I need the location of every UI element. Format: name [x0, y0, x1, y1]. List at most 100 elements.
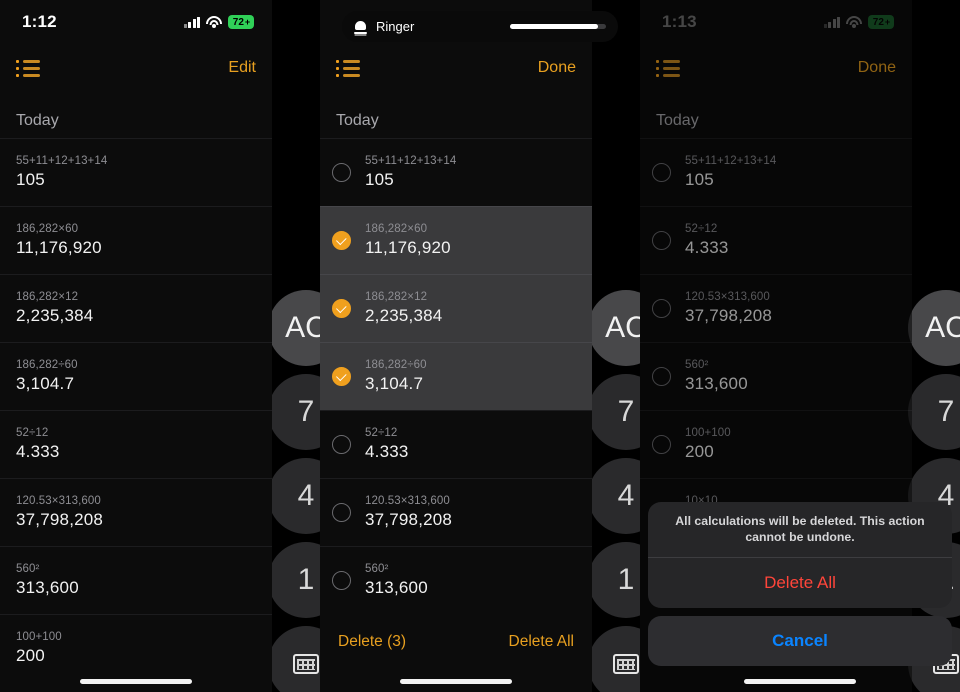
table-row[interactable]: 100+100 200: [640, 410, 912, 478]
table-row[interactable]: 120.53×313,600 37,798,208: [320, 478, 592, 546]
calculation-result: 200: [16, 646, 45, 665]
calculation-result: 37,798,208: [365, 510, 453, 529]
calc-key-7[interactable]: 7: [908, 374, 960, 450]
calc-key-ac[interactable]: AC: [588, 290, 640, 366]
status-indicators: 72 +: [823, 15, 894, 29]
list-bullet-icon[interactable]: [16, 59, 40, 77]
screenshot-stage: AC 7 4 1 1:12 72 + Edit Today 55+11+12+1…: [0, 0, 960, 692]
table-row[interactable]: 560² 313,600: [640, 342, 912, 410]
calculation-expression: 120.53×313,600: [685, 291, 770, 303]
row-text: 120.53×313,600 37,798,208: [365, 495, 452, 530]
row-checkbox[interactable]: [332, 503, 351, 522]
calc-key-keypad[interactable]: [588, 626, 640, 692]
row-text: 55+11+12+13+14 105: [16, 155, 107, 190]
edit-toolbar: Delete (3) Delete All: [320, 618, 592, 666]
calc-key-1[interactable]: 1: [588, 542, 640, 618]
history-sheet: Done Today 55+11+12+13+14 105 186,282×60 11…: [320, 0, 592, 692]
calc-key-ac[interactable]: AC: [908, 290, 960, 366]
table-row[interactable]: 55+11+12+13+14 105: [0, 138, 272, 206]
calculation-result: 37,798,208: [16, 510, 104, 529]
row-text: 52÷12 4.333: [365, 427, 409, 462]
row-text: 186,282×12 2,235,384: [16, 291, 93, 326]
row-checkbox[interactable]: [332, 435, 351, 454]
calculation-expression: 52÷12: [16, 427, 49, 439]
row-text: 55+11+12+13+14 105: [685, 155, 776, 190]
table-row[interactable]: 186,282÷60 3,104.7: [320, 342, 592, 410]
table-row[interactable]: 52÷12 4.333: [640, 206, 912, 274]
delete-selected-button[interactable]: Delete (3): [338, 633, 406, 651]
row-text: 560² 313,600: [365, 563, 428, 598]
calc-key-ac[interactable]: AC: [268, 290, 320, 366]
nav-bar: Done: [640, 44, 912, 92]
table-row[interactable]: 560² 313,600: [0, 546, 272, 614]
row-checkbox-checked[interactable]: [332, 367, 351, 386]
calculation-expression: 560²: [365, 563, 389, 575]
row-checkbox-checked[interactable]: [332, 231, 351, 250]
table-row[interactable]: 120.53×313,600 37,798,208: [640, 274, 912, 342]
table-row[interactable]: 52÷12 4.333: [320, 410, 592, 478]
row-checkbox[interactable]: [652, 435, 671, 454]
calculation-result: 4.333: [365, 442, 409, 461]
row-checkbox[interactable]: [332, 571, 351, 590]
calculation-expression: 55+11+12+13+14: [16, 155, 108, 167]
row-checkbox[interactable]: [332, 163, 351, 182]
panel-delete-all-confirm: AC 7 4 1 1:13 72 +: [640, 0, 960, 692]
home-indicator[interactable]: [80, 679, 192, 684]
calculation-result: 4.333: [685, 238, 729, 257]
row-checkbox[interactable]: [652, 163, 671, 182]
calculation-result: 11,176,920: [16, 238, 102, 257]
list-bullet-icon[interactable]: [336, 59, 360, 77]
calc-key-7[interactable]: 7: [588, 374, 640, 450]
calc-key-7[interactable]: 7: [268, 374, 320, 450]
table-row[interactable]: 52÷12 4.333: [0, 410, 272, 478]
status-bar: 1:13 72 +: [640, 0, 912, 44]
row-checkbox[interactable]: [652, 367, 671, 386]
calc-key-1[interactable]: 1: [268, 542, 320, 618]
action-sheet-message: All calculations will be deleted. This a…: [648, 502, 952, 558]
wifi-icon: [206, 16, 222, 28]
edit-button[interactable]: Edit: [228, 59, 256, 77]
list-bullet-icon[interactable]: [656, 59, 680, 77]
calc-key-keypad[interactable]: [268, 626, 320, 692]
cellular-signal-icon: [823, 16, 840, 28]
table-row[interactable]: 186,282÷60 3,104.7: [0, 342, 272, 410]
done-button[interactable]: Done: [858, 59, 896, 77]
table-row[interactable]: 120.53×313,600 37,798,208: [0, 478, 272, 546]
table-row[interactable]: 55+11+12+13+14 105: [640, 138, 912, 206]
battery-level: 72: [232, 16, 244, 28]
wifi-icon: [846, 16, 862, 28]
battery-icon: 72 +: [228, 15, 254, 29]
row-text: 100+100 200: [685, 427, 731, 462]
calculation-result: 200: [685, 442, 714, 461]
row-text: 52÷12 4.333: [16, 427, 60, 462]
table-row[interactable]: 186,282×12 2,235,384: [320, 274, 592, 342]
table-row[interactable]: 186,282×60 11,176,920: [0, 206, 272, 274]
table-row[interactable]: 560² 313,600: [320, 546, 592, 614]
done-button[interactable]: Done: [538, 59, 576, 77]
panel-browse-mode: AC 7 4 1 1:12 72 + Edit Today 55+11+12+1…: [0, 0, 320, 692]
cancel-button[interactable]: Cancel: [648, 616, 952, 666]
calc-key-4[interactable]: 4: [588, 458, 640, 534]
calculation-result: 11,176,920: [365, 238, 451, 257]
table-row[interactable]: 186,282×60 11,176,920: [320, 206, 592, 274]
ringer-volume-slider[interactable]: [510, 24, 606, 29]
row-checkbox[interactable]: [652, 231, 671, 250]
panel-edit-mode-selection: AC 7 4 1 Done Today 55+11+12+13+14 105 186…: [320, 0, 640, 692]
confirm-delete-all-button[interactable]: Delete All: [648, 558, 952, 608]
keypad-icon: [613, 654, 639, 674]
delete-all-action-sheet: All calculations will be deleted. This a…: [648, 501, 952, 666]
table-row[interactable]: 55+11+12+13+14 105: [320, 138, 592, 206]
dynamic-island-ringer[interactable]: Ringer: [342, 11, 618, 42]
row-checkbox[interactable]: [652, 299, 671, 318]
table-row[interactable]: 100+100 200: [0, 614, 272, 682]
delete-all-button[interactable]: Delete All: [509, 633, 574, 651]
row-text: 186,282×60 11,176,920: [365, 223, 451, 258]
table-row[interactable]: 186,282×12 2,235,384: [0, 274, 272, 342]
home-indicator[interactable]: [400, 679, 512, 684]
home-indicator[interactable]: [744, 679, 856, 684]
cellular-signal-icon: [183, 16, 200, 28]
calc-key-1-label: 1: [617, 563, 635, 596]
section-header-today: Today: [336, 112, 379, 129]
calc-key-4[interactable]: 4: [268, 458, 320, 534]
row-checkbox-checked[interactable]: [332, 299, 351, 318]
